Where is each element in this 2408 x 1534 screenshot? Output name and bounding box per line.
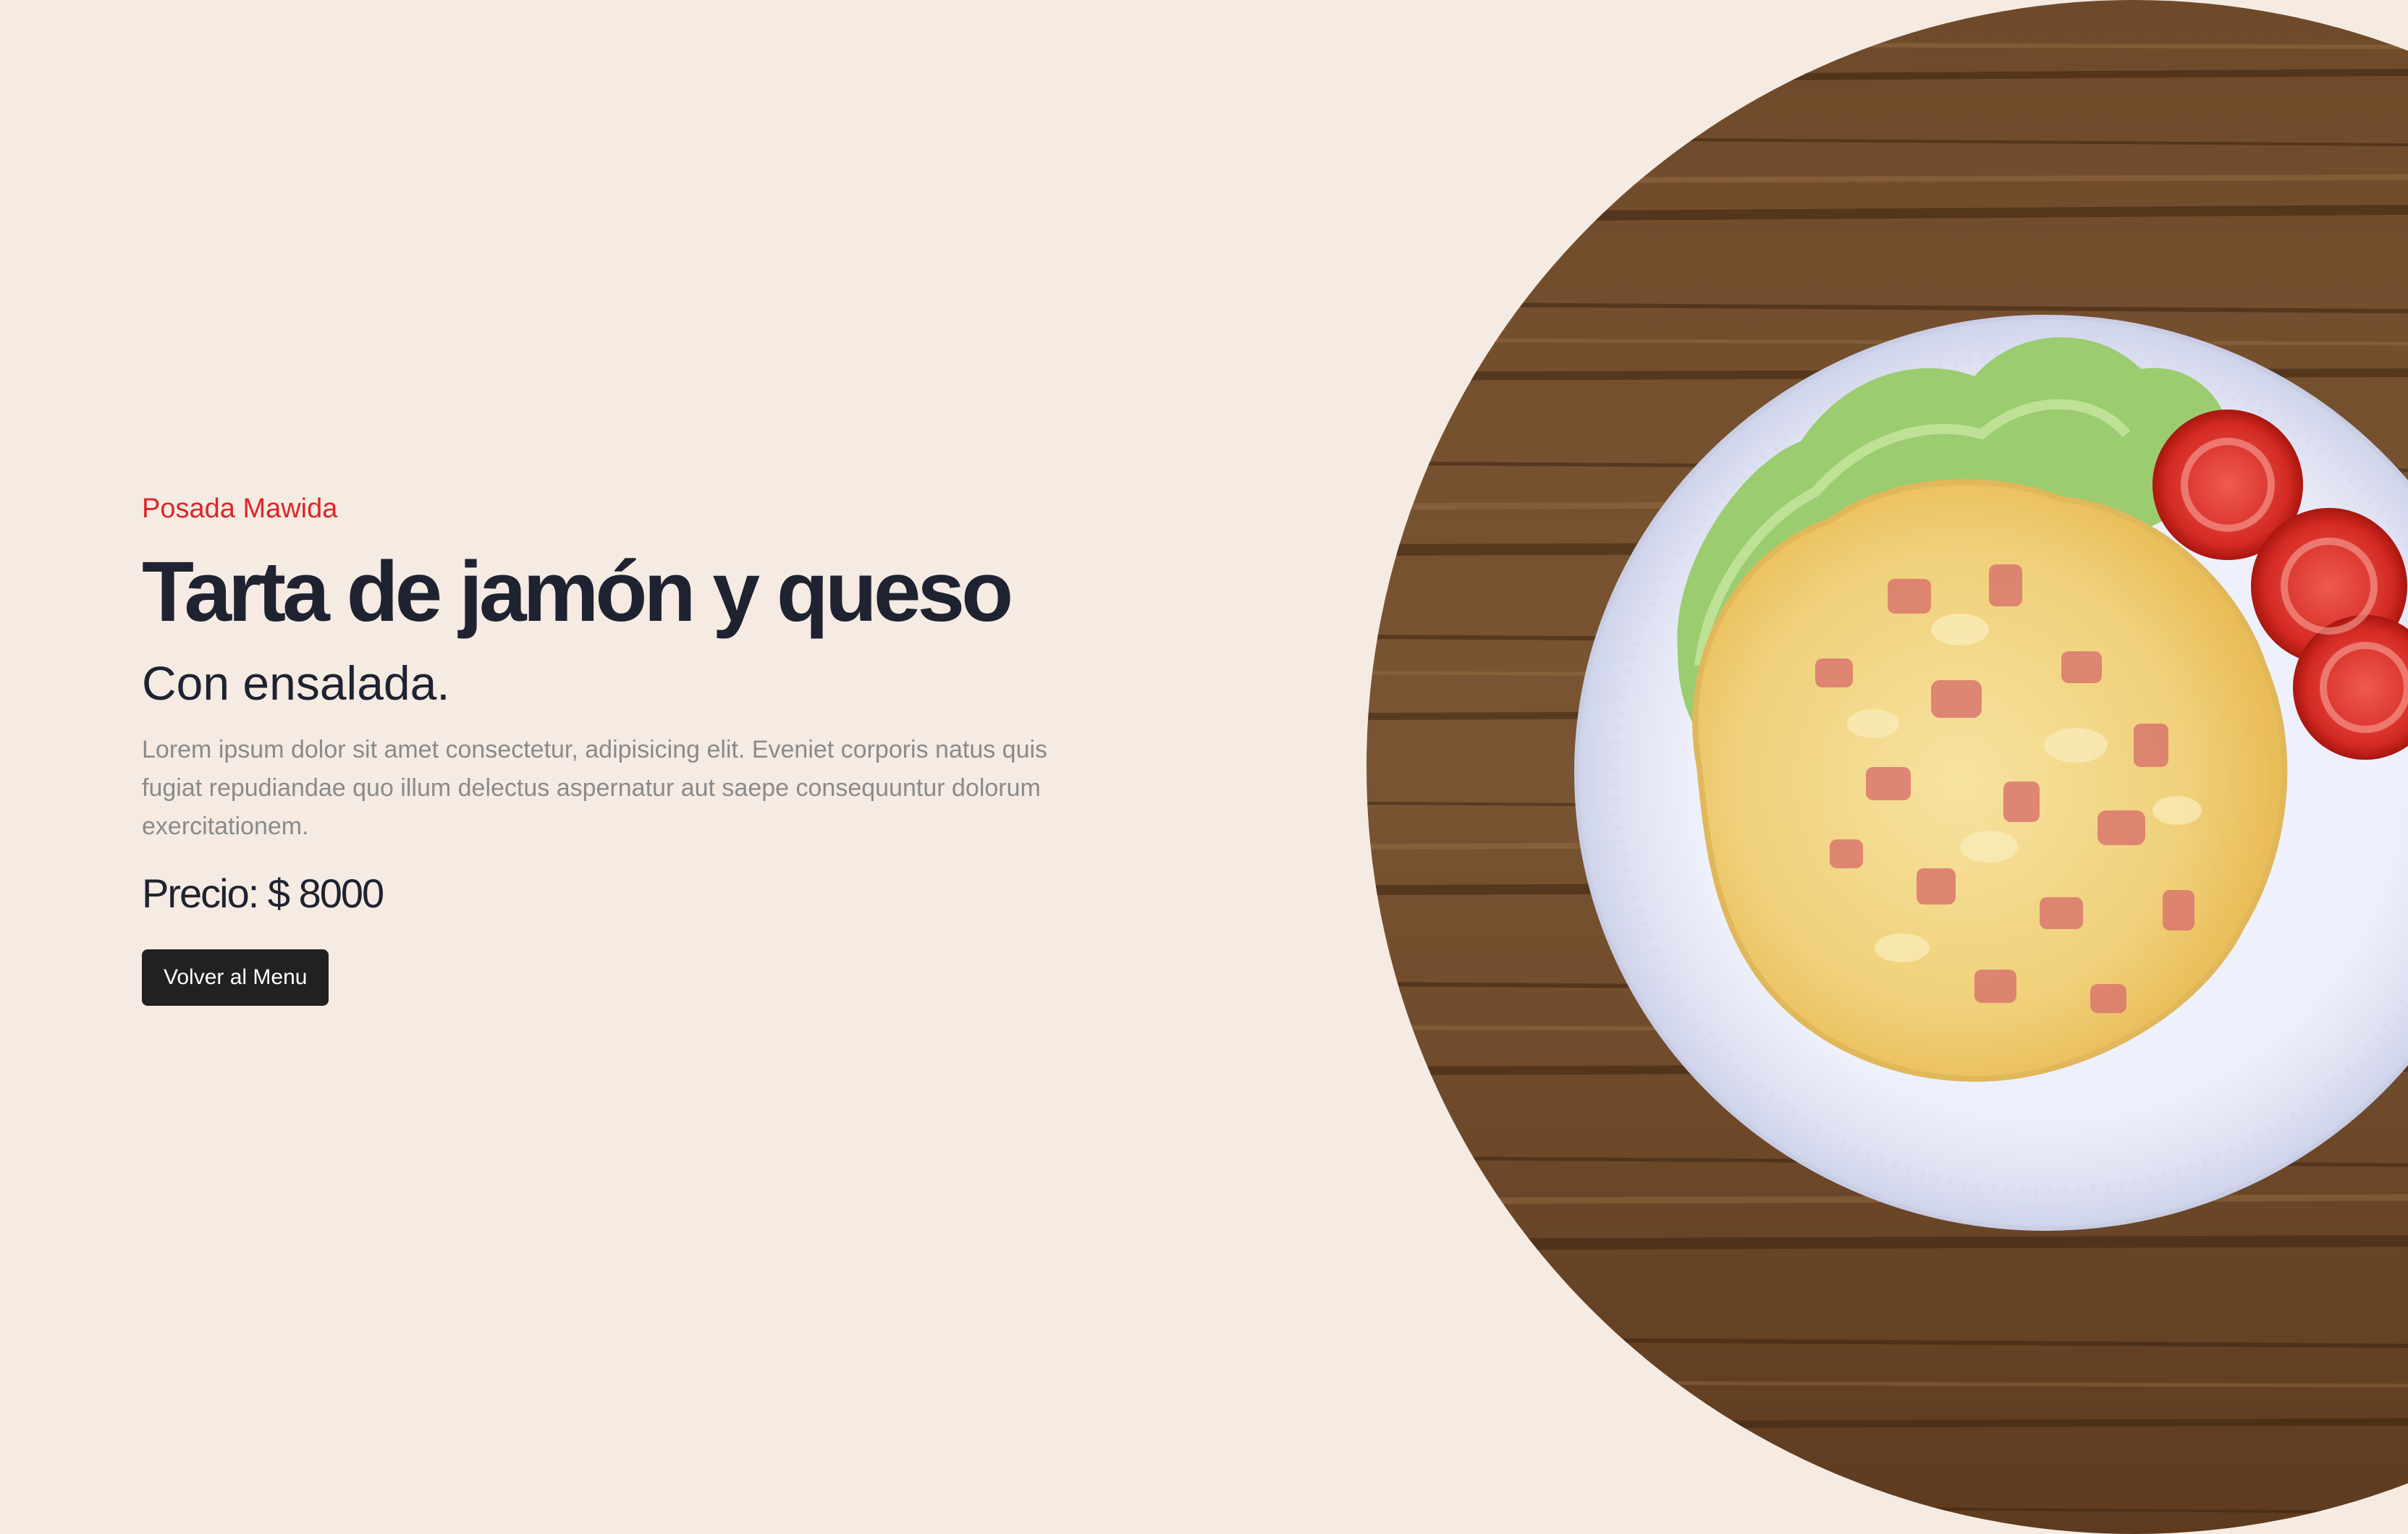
product-description: Lorem ipsum dolor sit amet consectetur, … xyxy=(142,736,1048,841)
product-image xyxy=(1366,0,2408,1534)
back-to-menu-button[interactable]: Volver al Menu xyxy=(142,949,329,1007)
product-info: Posada Mawida Tarta de jamón y queso Con… xyxy=(142,492,1112,1007)
restaurant-name: Posada Mawida xyxy=(142,493,338,524)
product-title: Tarta de jamón y queso xyxy=(142,543,1013,640)
product-subtitle: Con ensalada. xyxy=(142,656,450,711)
price-label: Precio: xyxy=(142,870,259,917)
food-photo-icon xyxy=(1366,0,2408,1534)
product-price: Precio: $ 8000 xyxy=(142,868,1112,920)
price-amount: $ 8000 xyxy=(267,870,384,917)
